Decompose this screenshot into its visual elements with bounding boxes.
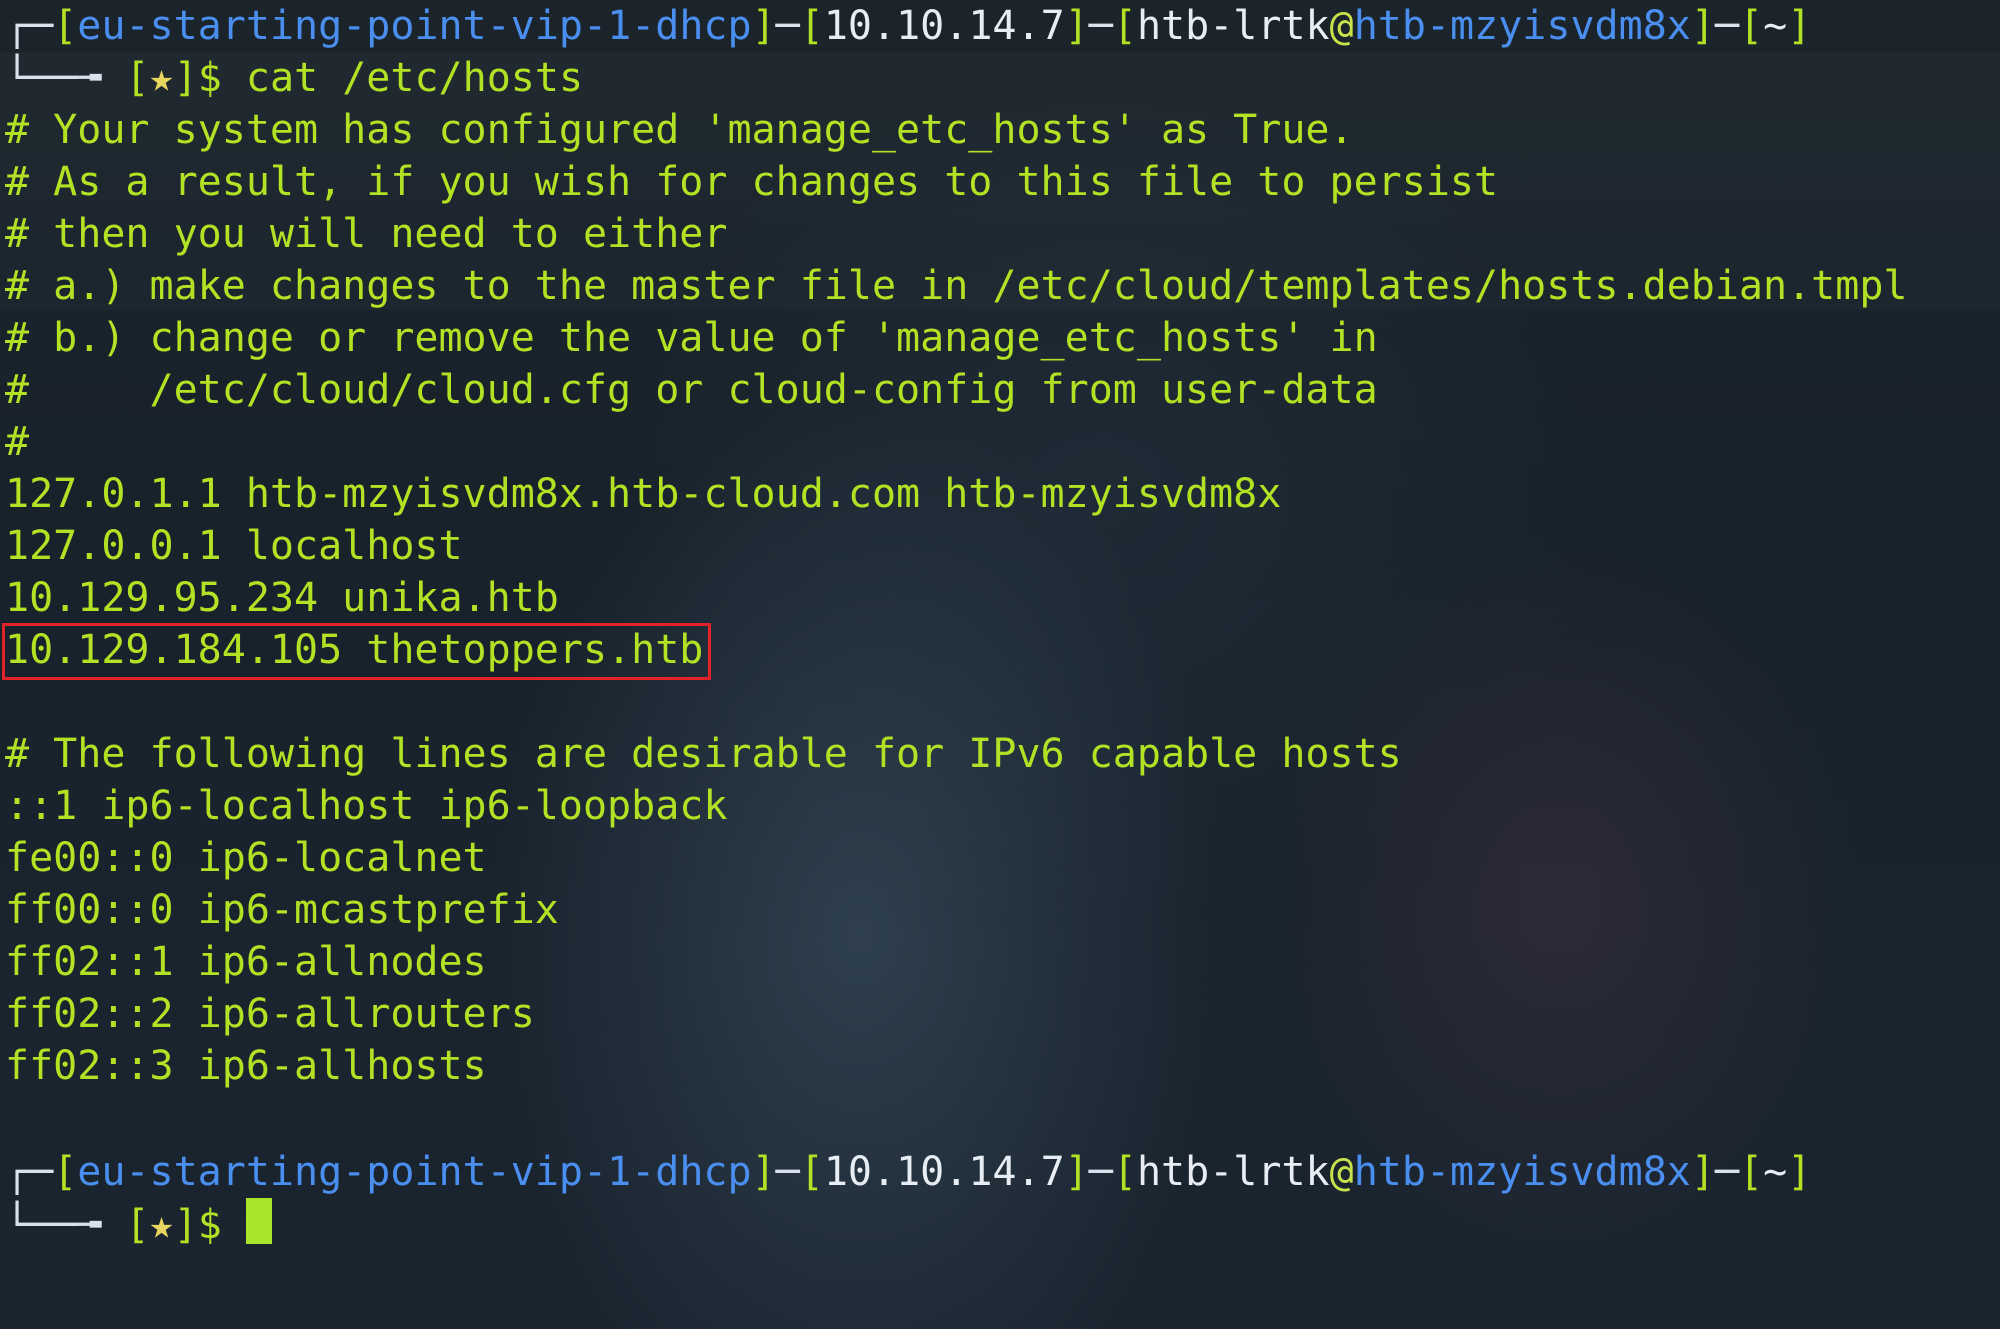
- prompt-tree-glyph: └──╼: [5, 55, 126, 101]
- ipv6-entry: fe00::0 ip6-localnet: [5, 835, 487, 881]
- prompt-user: htb-lrtk: [1136, 3, 1330, 49]
- hosts-entry: 127.0.1.1 htb-mzyisvdm8x.htb-cloud.com h…: [5, 471, 1282, 517]
- comment-line: # Your system has configured 'manage_etc…: [5, 107, 1354, 153]
- ipv6-entry: ff02::1 ip6-allnodes: [5, 939, 487, 985]
- comment-line: #: [5, 419, 30, 465]
- prompt-ip: 10.10.14.7: [823, 3, 1065, 49]
- prompt-tree-glyph: └──╼: [5, 1202, 126, 1248]
- prompt-at: @: [1329, 3, 1354, 49]
- ipv6-entry: ff00::0 ip6-mcastprefix: [5, 887, 559, 933]
- prompt-dir: ~: [1763, 3, 1788, 49]
- comment-line: # b.) change or remove the value of 'man…: [5, 315, 1378, 361]
- hosts-entry: 10.129.95.234 unika.htb: [5, 575, 559, 621]
- star-icon: ★: [149, 1202, 174, 1248]
- prompt-host: htb-mzyisvdm8x: [1353, 1149, 1691, 1195]
- comment-line: # /etc/cloud/cloud.cfg or cloud-config f…: [5, 367, 1378, 413]
- ipv6-entry: ::1 ip6-localhost ip6-loopback: [5, 783, 728, 829]
- prompt-header-line: ┌─[eu-starting-point-vip-1-dhcp]─[10.10.…: [5, 1149, 1812, 1195]
- prompt-corner-glyph: ┌─: [5, 1149, 54, 1195]
- ipv6-entry: ff02::3 ip6-allhosts: [5, 1043, 487, 1089]
- highlight-box: [2, 623, 711, 680]
- hosts-entry: 127.0.0.1 localhost: [5, 523, 463, 569]
- prompt-header-line: ┌─[eu-starting-point-vip-1-dhcp]─[10.10.…: [5, 3, 1812, 49]
- prompt-command-line: └──╼ [★]$ cat /etc/hosts: [5, 55, 584, 101]
- cursor-block[interactable]: [245, 1198, 272, 1244]
- command-text: cat /etc/hosts: [245, 55, 584, 101]
- prompt-ip: 10.10.14.7: [823, 1149, 1065, 1195]
- prompt-input-line[interactable]: └──╼ [★]$: [5, 1198, 272, 1250]
- prompt-at: @: [1329, 1149, 1354, 1195]
- prompt-dir: ~: [1763, 1149, 1788, 1195]
- ipv6-comment-line: # The following lines are desirable for …: [5, 731, 1402, 777]
- prompt-dollar: $: [197, 55, 222, 101]
- star-icon: ★: [149, 55, 174, 101]
- prompt-vpn-name: eu-starting-point-vip-1-dhcp: [77, 3, 752, 49]
- prompt-user: htb-lrtk: [1136, 1149, 1330, 1195]
- comment-line: # a.) make changes to the master file in…: [5, 263, 1908, 309]
- prompt-dollar: $: [197, 1202, 222, 1248]
- ipv6-entry: ff02::2 ip6-allrouters: [5, 991, 535, 1037]
- comment-line: # then you will need to either: [5, 211, 728, 257]
- comment-line: # As a result, if you wish for changes t…: [5, 159, 1499, 205]
- prompt-vpn-name: eu-starting-point-vip-1-dhcp: [77, 1149, 752, 1195]
- prompt-host: htb-mzyisvdm8x: [1353, 3, 1691, 49]
- prompt-corner-glyph: ┌─: [5, 3, 54, 49]
